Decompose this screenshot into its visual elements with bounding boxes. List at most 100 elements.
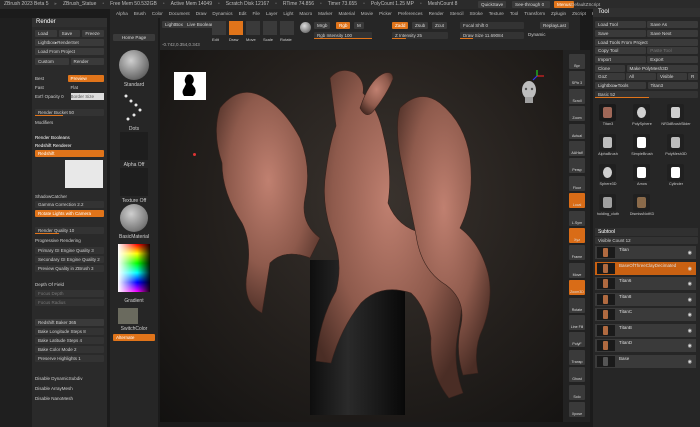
- rotate-button[interactable]: Rotate: [280, 21, 294, 42]
- import-button[interactable]: Import: [595, 55, 646, 63]
- rgb-intensity-slider[interactable]: Rgb Intensity 100: [314, 32, 372, 39]
- lightbox-tools-button[interactable]: Lightbox▸Tools: [595, 82, 646, 89]
- shelf-persp-button[interactable]: Persp: [569, 158, 585, 174]
- home-page-button[interactable]: Home Page: [113, 34, 155, 41]
- shelf-spix-3-button[interactable]: SPix 3: [569, 71, 585, 87]
- gamma-correction-slider[interactable]: Gamma Correction 2.2: [35, 201, 104, 208]
- visibility-eye-icon[interactable]: ◉: [688, 281, 692, 288]
- render-booleans-header[interactable]: Render Booleans: [35, 134, 104, 141]
- subtool-row[interactable]: Base ◉: [595, 354, 696, 368]
- shelf-line-fill-button[interactable]: Line Fill: [569, 315, 585, 330]
- disable-dynamic-subdiv-toggle[interactable]: Disable DynamicSubdiv: [35, 375, 104, 382]
- menu-color[interactable]: Color: [152, 11, 163, 16]
- menu-alpha[interactable]: Alpha: [116, 11, 128, 16]
- menu-brush[interactable]: Brush: [134, 11, 146, 16]
- visible-button[interactable]: Visible: [657, 73, 687, 80]
- load-tool-button[interactable]: Load Tool: [595, 21, 646, 28]
- menu-draw[interactable]: Draw: [196, 11, 207, 16]
- tool-thumb-titan3[interactable]: Titan3: [599, 104, 616, 126]
- standard-brush-icon[interactable]: [119, 50, 149, 80]
- lightbox-button[interactable]: LightBox: [162, 21, 186, 28]
- load-tools-from-project-button[interactable]: Load Tools From Project: [595, 39, 698, 46]
- best-button[interactable]: Best: [35, 75, 66, 82]
- export-button[interactable]: Export: [647, 55, 698, 63]
- dots-stroke-icon[interactable]: [122, 92, 146, 122]
- color-picker[interactable]: [118, 244, 150, 292]
- bake-latitude-slider[interactable]: Bake Latitude Steps 4: [35, 337, 104, 344]
- preserve-highlights-slider[interactable]: Preserve Highlights 1: [35, 355, 104, 362]
- shelf-xyz-button[interactable]: Xyz: [569, 228, 585, 243]
- shelf-actual-button[interactable]: Actual: [569, 123, 585, 139]
- make-polymesh-button[interactable]: Make PolyMesh3D: [626, 65, 698, 72]
- visible-count-slider[interactable]: Visible Count 12: [595, 237, 698, 244]
- zsub-toggle[interactable]: Zsub: [412, 22, 429, 29]
- render-load-button[interactable]: Load: [35, 30, 57, 37]
- paste-tool-button[interactable]: Paste Tool: [647, 47, 698, 54]
- menu-movie[interactable]: Movie: [361, 11, 373, 16]
- menu-edit[interactable]: Edit: [239, 11, 247, 16]
- scale-button[interactable]: Scale: [263, 21, 277, 42]
- shelf-l-sym-button[interactable]: L.Sym: [569, 210, 585, 226]
- preview-quality-slider[interactable]: Preview Quality in ZBrush 3: [35, 265, 104, 272]
- current-tool-name[interactable]: Titan3: [647, 82, 698, 89]
- all-button[interactable]: All: [626, 73, 656, 80]
- visibility-eye-icon[interactable]: ◉: [688, 328, 692, 335]
- material-sphere-small-icon[interactable]: [300, 22, 311, 33]
- progressive-rendering-toggle[interactable]: Progressive Rendering: [35, 237, 104, 244]
- redshift-button[interactable]: Redshift: [35, 150, 104, 157]
- save-as-button[interactable]: Save As: [647, 21, 698, 28]
- zcut-toggle[interactable]: Zcut: [432, 22, 447, 29]
- shelf-aahalf-button[interactable]: AAHalf: [569, 141, 585, 156]
- zadd-toggle[interactable]: Zadd: [392, 22, 409, 29]
- menu-render[interactable]: Render: [429, 11, 444, 16]
- subtool-row[interactable]: TitanB ◉: [595, 323, 696, 337]
- tool-thumb-alphabrush[interactable]: AlphaBrush: [598, 134, 618, 156]
- texture-thumbnail[interactable]: [120, 168, 148, 196]
- m-toggle[interactable]: M: [354, 22, 364, 29]
- default-zscript-button[interactable]: DefaultZScript: [568, 1, 603, 8]
- shelf-frame-button[interactable]: Frame: [569, 245, 585, 261]
- render-quality-slider[interactable]: Render Quality 10: [35, 227, 104, 234]
- modifiers-label[interactable]: Modifiers: [35, 119, 104, 126]
- shelf-zoom-button[interactable]: Zoom: [569, 106, 585, 122]
- shelf-ghost-button[interactable]: Ghost: [569, 367, 585, 383]
- shelf-solo-button[interactable]: Solo: [569, 384, 585, 400]
- focus-radius-slider[interactable]: Focus Radius: [35, 299, 104, 306]
- render-button[interactable]: Render: [70, 58, 104, 65]
- material-sphere-icon[interactable]: [120, 204, 148, 232]
- shelf-floor-button[interactable]: Floor: [569, 175, 585, 191]
- shelf-bpr-button[interactable]: Bpr: [569, 54, 585, 69]
- menu-dynamics[interactable]: Dynamics: [212, 11, 232, 16]
- tool-thumb-polysphere[interactable]: PolySphere: [632, 104, 652, 126]
- menu-tool[interactable]: Tool: [510, 11, 518, 16]
- load-from-project-button[interactable]: Load From Project: [35, 48, 104, 55]
- shelf-rotate-button[interactable]: Rotate: [569, 297, 585, 313]
- visibility-eye-icon[interactable]: ◉: [688, 312, 692, 319]
- focal-shift-slider[interactable]: Focal Shift 0: [460, 22, 524, 29]
- menu-light[interactable]: Light: [283, 11, 293, 16]
- subtool-row[interactable]: Titan6 ◉: [595, 277, 696, 290]
- menu-macro[interactable]: Macro: [299, 11, 312, 16]
- menu-document[interactable]: Document: [169, 11, 190, 16]
- render-bucket-slider[interactable]: Render Bucket 50: [35, 109, 104, 116]
- shelf-scroll-button[interactable]: Scroll: [569, 88, 585, 104]
- tool-thumb-arrow[interactable]: Arrow: [633, 164, 650, 186]
- secondary-gi-slider[interactable]: Secondary GI Engine Quality 2: [35, 256, 104, 263]
- copy-tool-button[interactable]: Copy Tool: [595, 47, 646, 54]
- border-size-field[interactable]: Border Size: [70, 93, 104, 100]
- flat-button[interactable]: Flat: [71, 84, 105, 91]
- draw-size-slider[interactable]: Draw Size 11.69084: [460, 32, 524, 39]
- z-intensity-slider[interactable]: Z Intensity 25: [392, 32, 448, 39]
- disable-arraymesh-toggle[interactable]: Disable ArrayMesh: [35, 385, 104, 392]
- tool-thumb-cylinder[interactable]: Cylinder: [667, 164, 684, 186]
- edit-button[interactable]: Edit: [212, 21, 226, 42]
- menu-preferences[interactable]: Preferences: [398, 11, 423, 16]
- r-button[interactable]: R: [688, 73, 698, 80]
- switch-color-label[interactable]: SwitchColor: [113, 326, 155, 332]
- shelf-polyf-button[interactable]: PolyF: [569, 332, 585, 348]
- menu-zscript[interactable]: Zscript: [572, 11, 586, 16]
- shelf-local-button[interactable]: Local: [569, 193, 585, 209]
- bake-longitude-slider[interactable]: Bake Longitude Steps 8: [35, 328, 104, 335]
- depth-of-field-toggle[interactable]: Depth Of Field: [35, 281, 104, 288]
- visibility-eye-icon[interactable]: ◉: [688, 266, 692, 273]
